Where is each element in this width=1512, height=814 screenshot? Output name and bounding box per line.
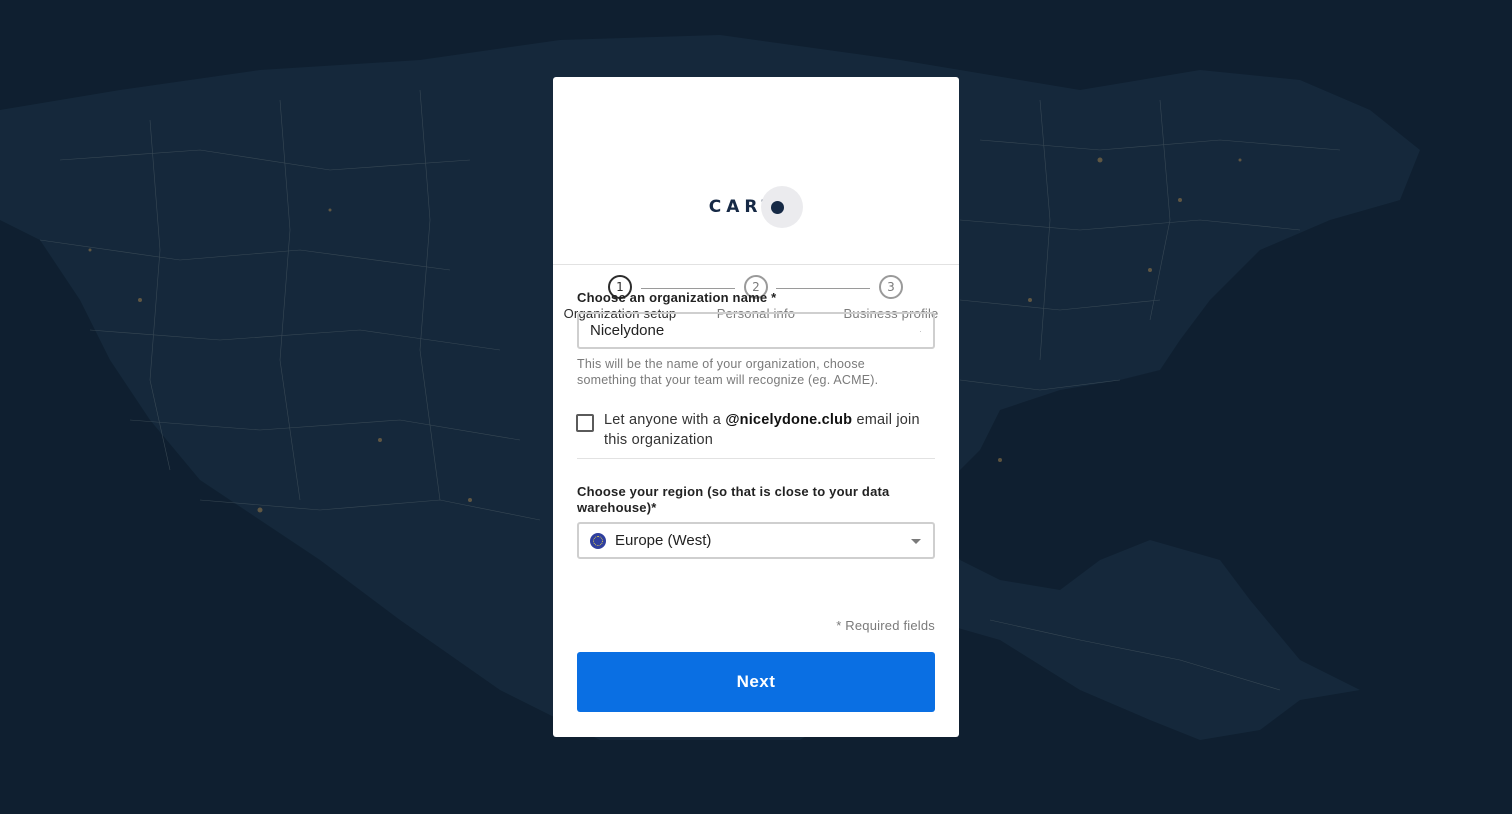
org-name-input[interactable]: Nicelydone · <box>577 312 935 349</box>
eu-flag-icon <box>590 532 606 549</box>
region-label: Choose your region (so that is close to … <box>577 484 890 515</box>
step-number: 3 <box>879 275 903 299</box>
divider <box>577 458 935 459</box>
input-status-icon: · <box>919 325 922 336</box>
org-name-helper-text: This will be the name of your organizati… <box>577 357 879 387</box>
next-button[interactable]: Next <box>577 652 935 712</box>
domain-join-checkbox[interactable] <box>576 414 594 432</box>
signup-card: CART 1 Organization setup 2 Personal inf… <box>553 77 959 737</box>
org-name-value: Nicelydone <box>590 322 665 339</box>
region-value: Europe (West) <box>615 532 712 549</box>
required-fields-note: * Required fields <box>836 618 935 633</box>
carto-logo: CART <box>553 185 959 229</box>
org-name-label: Choose an organization name * <box>577 290 777 305</box>
domain-join-label[interactable]: Let anyone with a @nicelydone.club email… <box>604 410 924 450</box>
logo-mark-icon <box>761 186 804 228</box>
region-select[interactable]: Europe (West) <box>577 522 935 559</box>
chevron-down-icon <box>911 539 921 544</box>
divider <box>553 264 959 265</box>
domain-name: @nicelydone.club <box>725 412 853 428</box>
